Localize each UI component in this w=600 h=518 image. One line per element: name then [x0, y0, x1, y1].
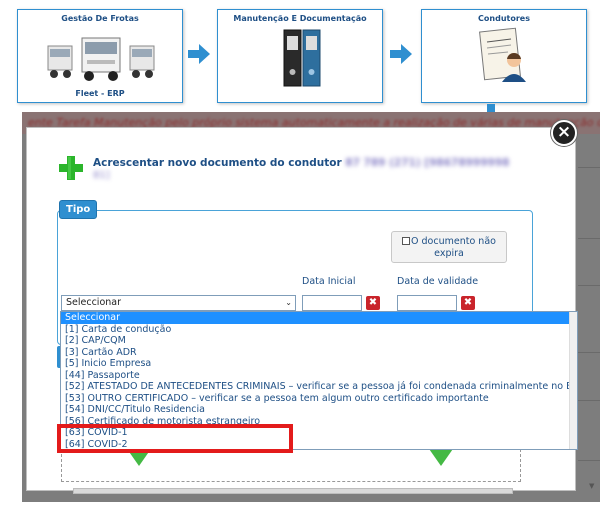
- no-expire-checkbox[interactable]: [402, 237, 411, 245]
- option-inicio-empresa[interactable]: [5] Inicio Empresa: [61, 358, 577, 370]
- divider: [578, 460, 600, 461]
- option-cap-cqm[interactable]: [2] CAP/CQM: [61, 335, 577, 347]
- flow-step-title: Manutenção E Documentação: [233, 14, 367, 23]
- option-carta-conducao[interactable]: [1] Carta de condução: [61, 324, 577, 336]
- flow-step-fleet[interactable]: Gestão De Frotas Fleet - ERP: [17, 9, 183, 103]
- start-date-input[interactable]: [302, 295, 362, 311]
- option-outro-certificado[interactable]: [53] OUTRO CERTIFICADO – verificar se a …: [61, 393, 577, 405]
- option-seleccionar[interactable]: Seleccionar: [61, 312, 577, 324]
- divider: [578, 238, 600, 239]
- no-expire-toggle[interactable]: O documento não expira: [391, 231, 507, 263]
- divider: [578, 400, 600, 401]
- divider: [578, 352, 600, 353]
- no-expire-label: O documento não expira: [411, 236, 496, 259]
- option-atestado[interactable]: [52] ATESTADO DE ANTECEDENTES CRIMINAIS …: [61, 381, 577, 393]
- chevron-down-icon: ⌄: [285, 298, 292, 307]
- driver-identifier-line2: 81]: [93, 170, 110, 181]
- binders-icon: [283, 29, 321, 87]
- flow-step-subtitle: Fleet - ERP: [75, 89, 125, 98]
- clear-start-date-icon[interactable]: ✖: [366, 296, 380, 310]
- close-modal-button[interactable]: ×: [551, 120, 577, 146]
- scroll-down-icon[interactable]: ▼: [589, 482, 594, 490]
- modal-title-text: Acrescentar novo documento do condutor: [93, 157, 342, 169]
- document-type-select[interactable]: Seleccionar ⌄: [61, 295, 296, 311]
- flow-arrow-icon: [390, 44, 412, 64]
- option-cartao-adr[interactable]: [3] Cartão ADR: [61, 347, 577, 359]
- screen: Gestão De Frotas Fleet - ERP Manutenção …: [0, 0, 600, 518]
- dropdown-scrollbar[interactable]: [569, 312, 577, 449]
- start-date-label: Data Inicial: [302, 276, 356, 287]
- divider: [578, 285, 600, 286]
- document-type-select-value: Seleccionar: [66, 297, 122, 308]
- clear-valid-date-icon[interactable]: ✖: [461, 296, 475, 310]
- flow-step-drivers[interactable]: Condutores: [421, 9, 587, 103]
- valid-date-input[interactable]: [397, 295, 457, 311]
- option-dni-cc[interactable]: [54] DNI/CC/Titulo Residencia: [61, 404, 577, 416]
- flow-arrow-icon: [188, 44, 210, 64]
- driver-identifier: 87 789 (271) [98678999998: [345, 157, 510, 169]
- divider: [578, 167, 600, 168]
- valid-date-label: Data de validade: [397, 276, 479, 287]
- modal-title: Acrescentar novo documento do condutor 8…: [93, 157, 509, 169]
- bottom-panel: [73, 488, 513, 494]
- flow-step-maintenance[interactable]: Manutenção E Documentação: [217, 9, 383, 103]
- option-passaporte[interactable]: [44] Passaporte: [61, 370, 577, 382]
- driver-contract-icon: [479, 27, 526, 82]
- plus-icon: [59, 156, 83, 180]
- covid-options-highlight: [57, 424, 293, 453]
- type-section-label: Tipo: [59, 200, 98, 219]
- flow-step-title: Gestão De Frotas: [61, 14, 139, 23]
- flow-step-title: Condutores: [478, 14, 530, 23]
- trucks-icon: [47, 37, 155, 81]
